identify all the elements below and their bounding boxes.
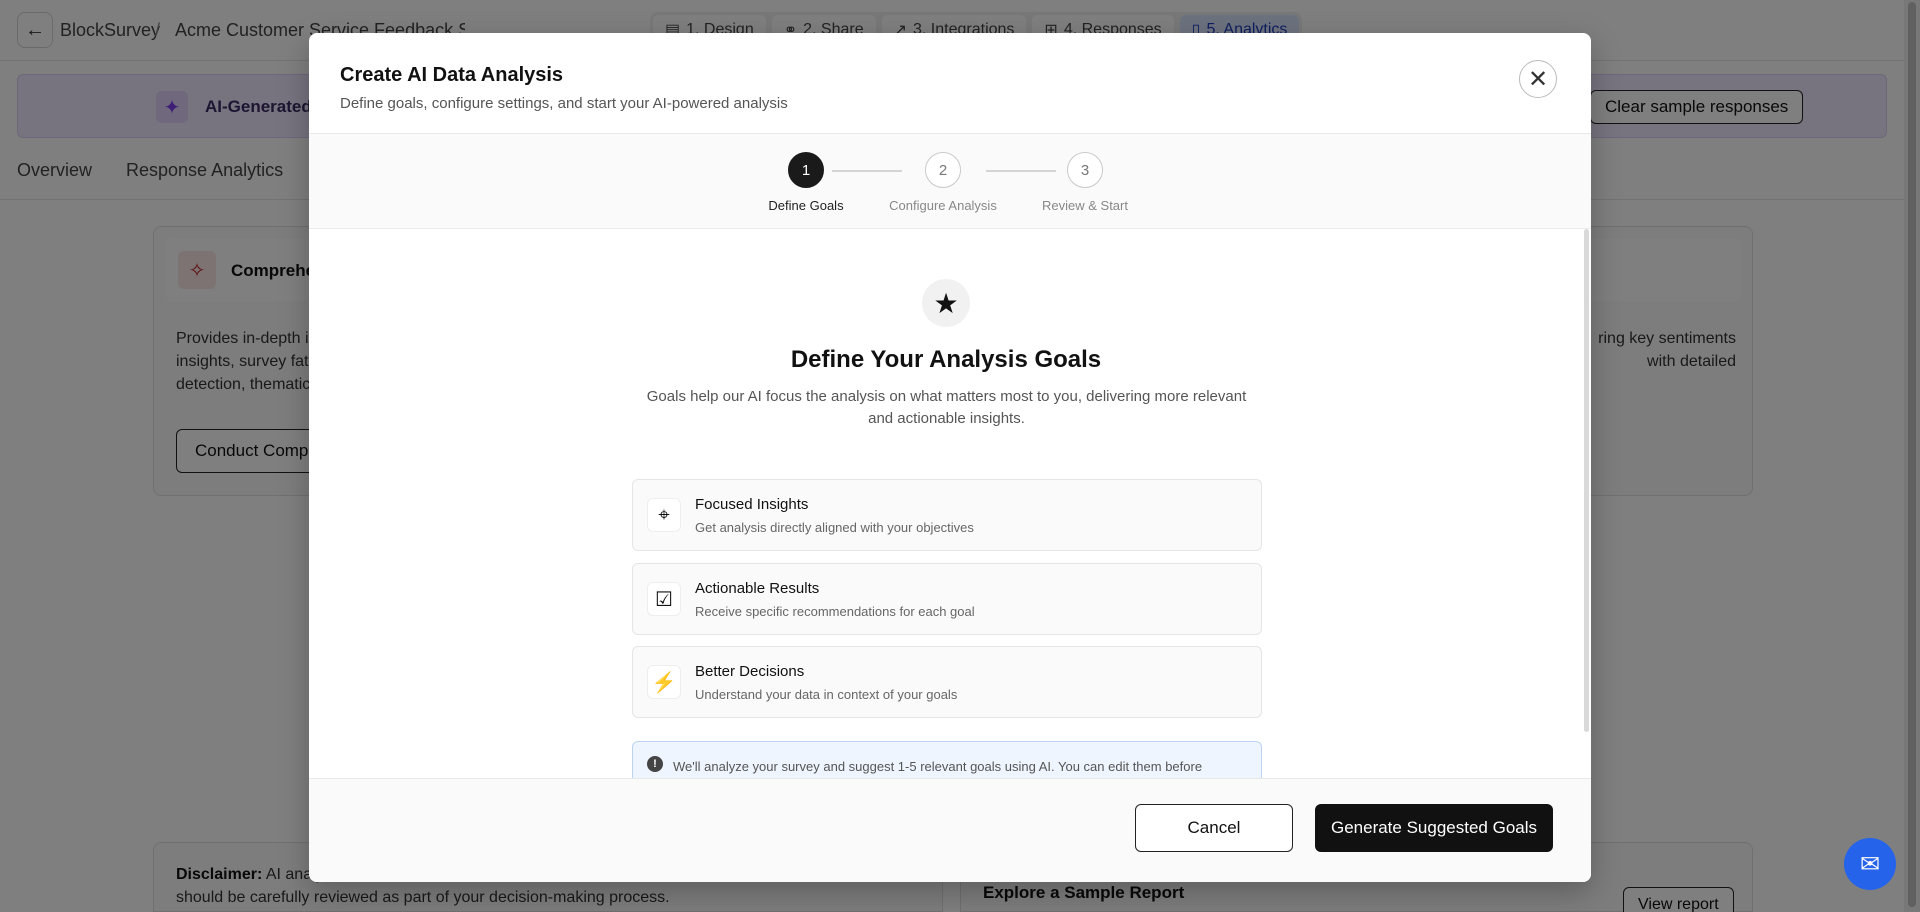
step-label: Define Goals: [768, 198, 844, 213]
step-number: 2: [925, 152, 961, 188]
lightning-icon: ⚡: [647, 665, 681, 699]
star-icon: ★: [922, 279, 970, 327]
feature-description: Get analysis directly aligned with your …: [695, 520, 974, 535]
chat-support-button[interactable]: ✉: [1844, 838, 1896, 890]
feature-title: Actionable Results: [695, 580, 820, 597]
step-number: 1: [788, 152, 824, 188]
feature-description: Receive specific recommendations for eac…: [695, 604, 975, 619]
stepper-step-configure-analysis: 2 Configure Analysis: [888, 152, 998, 213]
ai-info-callout: ! We'll analyze your survey and suggest …: [632, 741, 1262, 778]
modal-header: Create AI Data Analysis Define goals, co…: [309, 33, 1591, 134]
modal-body: ★ Define Your Analysis Goals Goals help …: [309, 229, 1591, 778]
modal-subtitle: Define goals, configure settings, and st…: [340, 95, 788, 112]
step-label: Configure Analysis: [889, 198, 997, 213]
feature-title: Focused Insights: [695, 496, 809, 513]
info-text: We'll analyze your survey and suggest 1-…: [673, 759, 1203, 774]
feature-description: Understand your data in context of your …: [695, 687, 958, 702]
feature-title: Better Decisions: [695, 663, 805, 680]
feature-focused-insights: ⌖ Focused Insights Get analysis directly…: [632, 479, 1262, 551]
generate-suggested-goals-button[interactable]: Generate Suggested Goals: [1315, 804, 1553, 852]
close-icon: ✕: [1527, 65, 1549, 93]
modal-body-scrollbar[interactable]: [1584, 229, 1589, 732]
cancel-button[interactable]: Cancel: [1135, 804, 1293, 852]
wizard-stepper: 1 Define Goals 2 Configure Analysis 3 Re…: [309, 134, 1591, 229]
close-modal-button[interactable]: ✕: [1519, 60, 1557, 98]
step-label: Review & Start: [1042, 198, 1128, 213]
crosshair-icon: ⌖: [647, 498, 681, 532]
chat-icon: ✉: [1859, 850, 1881, 878]
feature-actionable-results: ☑ Actionable Results Receive specific re…: [632, 563, 1262, 635]
create-ai-analysis-modal: Create AI Data Analysis Define goals, co…: [309, 33, 1591, 882]
check-square-icon: ☑: [647, 582, 681, 616]
modal-title: Create AI Data Analysis: [340, 64, 564, 86]
feature-better-decisions: ⚡ Better Decisions Understand your data …: [632, 646, 1262, 718]
step-number: 3: [1067, 152, 1103, 188]
info-icon: !: [647, 756, 663, 772]
stepper-step-review-start: 3 Review & Start: [1030, 152, 1140, 213]
goals-description: Goals help our AI focus the analysis on …: [646, 388, 1247, 427]
modal-footer: Cancel Generate Suggested Goals: [309, 778, 1591, 882]
stepper-step-define-goals: 1 Define Goals: [751, 152, 861, 213]
goals-heading: Define Your Analysis Goals: [790, 346, 1102, 373]
